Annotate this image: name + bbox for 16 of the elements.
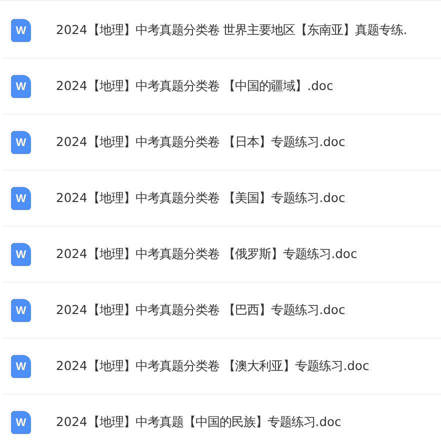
document-icon: W xyxy=(11,131,31,154)
file-name[interactable]: 2024【地理】中考真题【中国的民族】专题练习.doc xyxy=(56,414,342,431)
file-name[interactable]: 2024【地理】中考真题分类卷 【俄罗斯】专题练习.doc xyxy=(56,246,358,263)
document-icon: W xyxy=(11,75,31,98)
document-icon: W xyxy=(11,411,31,434)
document-icon: W xyxy=(11,299,31,322)
document-icon: W xyxy=(11,355,31,378)
file-name[interactable]: 2024【地理】中考真题分类卷 【澳大利亚】专题练习.doc xyxy=(56,358,370,375)
file-name[interactable]: 2024【地理】中考真题分类卷 【美国】专题练习.doc xyxy=(56,190,346,207)
file-name[interactable]: 2024【地理】中考真题分类卷 【日本】专题练习.doc xyxy=(56,134,346,151)
document-icon: W xyxy=(11,187,31,210)
file-name[interactable]: 2024【地理】中考真题分类卷 【巴西】专题练习.doc xyxy=(56,302,346,319)
file-name[interactable]: 2024【地理】中考真题分类卷 世界主要地区【东南亚】真题专练. xyxy=(56,22,408,39)
document-icon: W xyxy=(11,19,31,42)
file-name[interactable]: 2024【地理】中考真题分类卷 【中国的疆域】.doc xyxy=(56,78,334,95)
document-icon: W xyxy=(11,243,31,266)
